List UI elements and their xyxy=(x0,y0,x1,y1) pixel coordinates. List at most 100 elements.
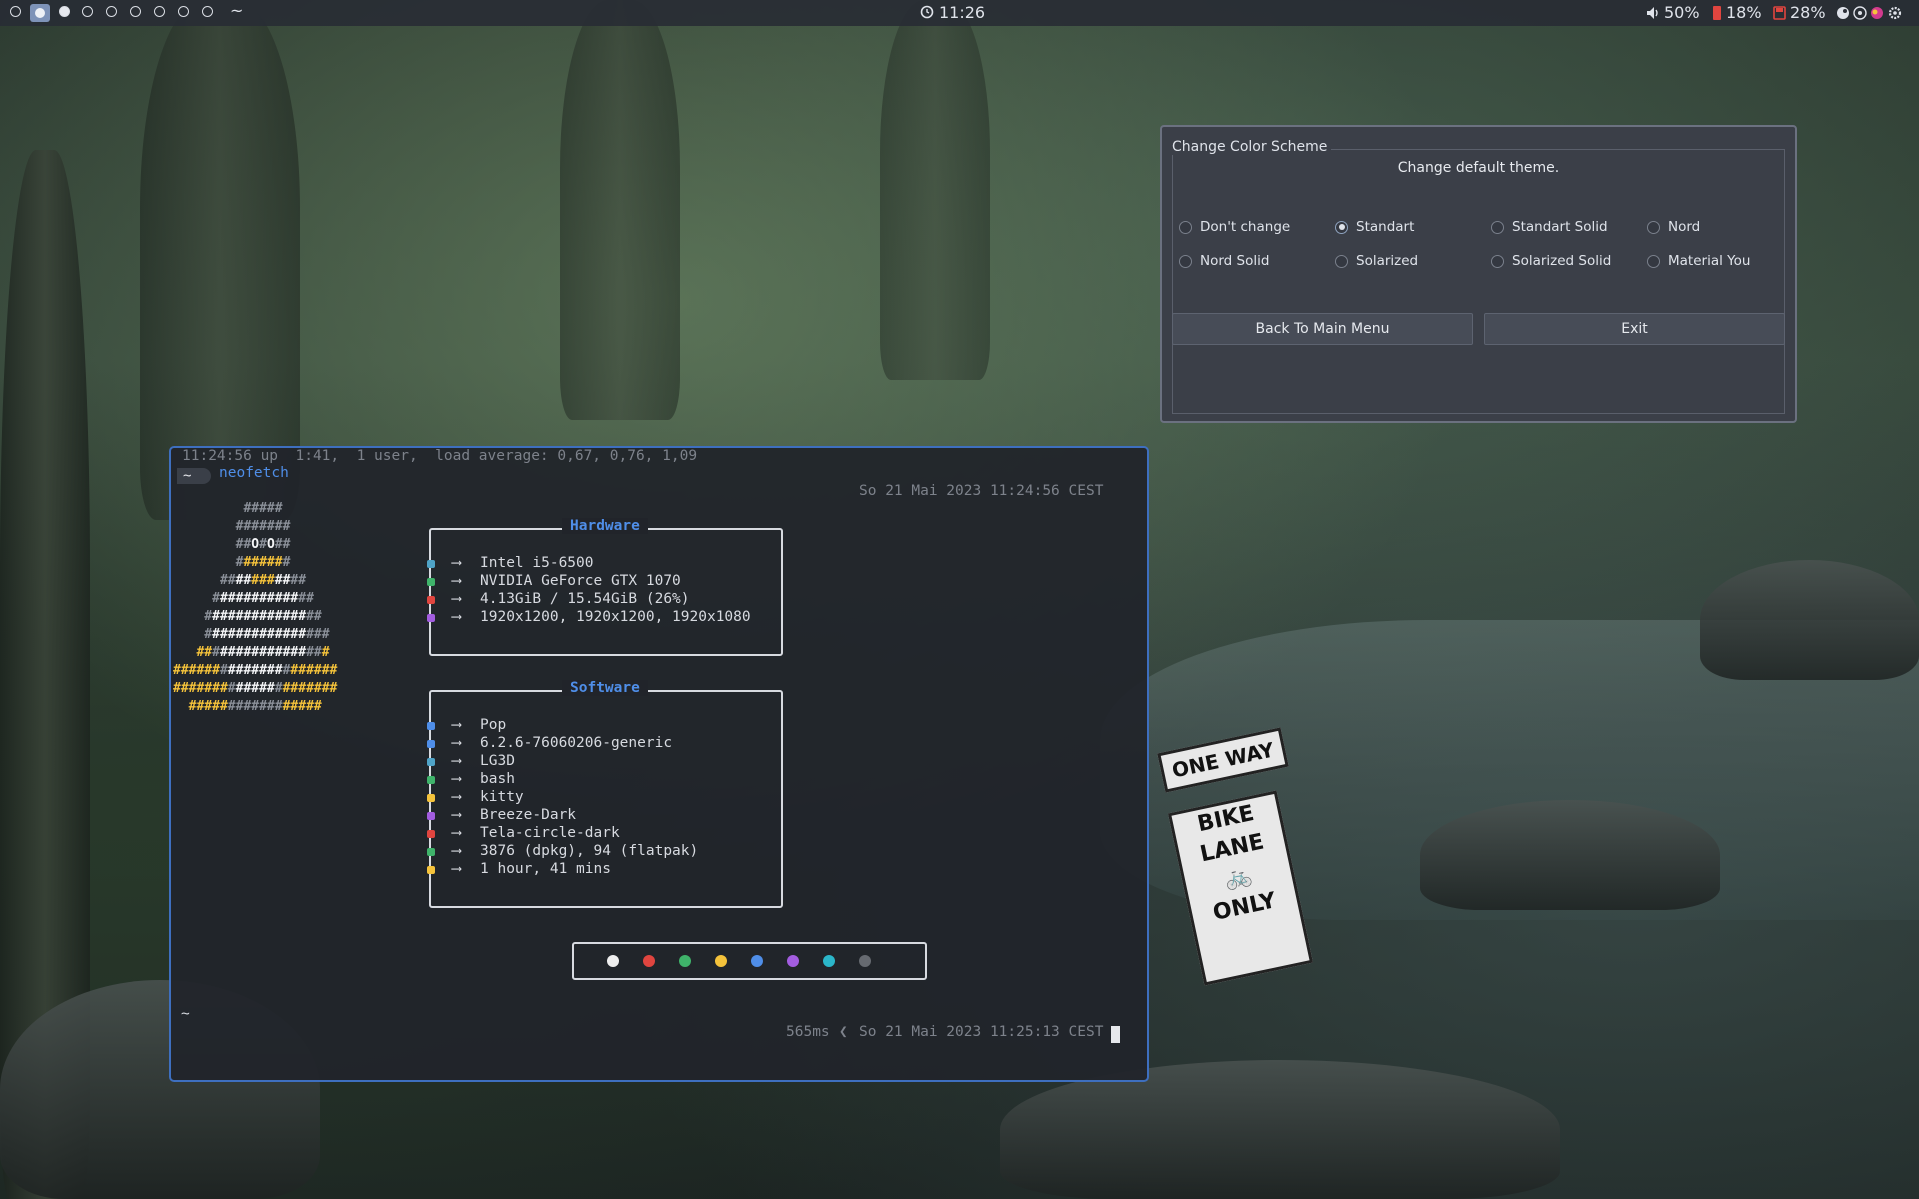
de-icon xyxy=(427,758,435,766)
palette-color-dot xyxy=(643,955,655,967)
disk-icon xyxy=(1773,5,1786,24)
arrow: ⟶ xyxy=(452,555,461,571)
arrow: ⟶ xyxy=(452,861,461,877)
back-to-main-menu-button[interactable]: Back To Main Menu xyxy=(1172,313,1473,345)
arrow: ⟶ xyxy=(452,753,461,769)
arrow: ⟶ xyxy=(452,591,461,607)
timestamp-top: So 21 Mai 2023 11:24:56 CEST xyxy=(859,483,1104,499)
workspace-2-active[interactable] xyxy=(30,4,50,22)
palette-color-dot xyxy=(859,955,871,967)
hardware-value: NVIDIA GeForce GTX 1070 xyxy=(480,573,681,589)
workspace-6[interactable] xyxy=(130,6,141,17)
workspace-4[interactable] xyxy=(82,6,93,17)
background-rock xyxy=(1700,560,1919,680)
command-text: neofetch xyxy=(219,465,289,481)
radio-standart[interactable]: Standart xyxy=(1335,219,1414,235)
radio-label: Standart Solid xyxy=(1512,219,1608,235)
prompt-directory-chip: ~ xyxy=(177,468,211,484)
terminal-icon xyxy=(427,794,435,802)
workspace-8[interactable] xyxy=(178,6,189,17)
radio-indicator[interactable] xyxy=(1491,254,1504,268)
gear-icon[interactable] xyxy=(1888,5,1902,24)
arrow: ⟶ xyxy=(452,843,461,859)
terminal-cursor xyxy=(1111,1026,1120,1043)
uptime-icon xyxy=(427,866,435,874)
exit-button[interactable]: Exit xyxy=(1484,313,1785,345)
radio-solarized[interactable]: Solarized xyxy=(1335,253,1418,269)
workspace-3[interactable] xyxy=(59,6,70,17)
radio-nord[interactable]: Nord xyxy=(1647,219,1700,235)
background-rock xyxy=(1420,800,1720,910)
cpu-icon xyxy=(427,560,435,568)
palette-color-dot xyxy=(787,955,799,967)
radio-indicator[interactable] xyxy=(1491,220,1504,234)
radio-dont-change[interactable]: Don't change xyxy=(1179,219,1290,235)
arrow: ⟶ xyxy=(452,735,461,751)
radio-label: Standart xyxy=(1356,219,1415,235)
arrow: ⟶ xyxy=(452,573,461,589)
obs-icon[interactable] xyxy=(1853,5,1867,24)
command-duration: 565ms xyxy=(786,1024,830,1040)
radio-standart-solid[interactable]: Standart Solid xyxy=(1491,219,1608,235)
change-color-scheme-dialog: Change Color Scheme Change default theme… xyxy=(1160,125,1797,423)
radio-label: Solarized xyxy=(1356,253,1419,269)
workspace-9[interactable] xyxy=(202,6,213,17)
software-value: 3876 (dpkg), 94 (flatpak) xyxy=(480,843,699,859)
gpu-icon xyxy=(427,578,435,586)
volume-level[interactable]: 50% xyxy=(1664,3,1700,22)
hardware-title: Hardware xyxy=(562,518,648,534)
palette-color-dot xyxy=(751,955,763,967)
radio-indicator-checked[interactable] xyxy=(1335,220,1348,234)
volume-icon[interactable] xyxy=(1646,5,1661,24)
os-icon xyxy=(427,722,435,730)
software-value: 6.2.6-76060206-generic xyxy=(480,735,673,751)
radio-indicator[interactable] xyxy=(1647,220,1660,234)
top-panel: ~ 11:26 50% 18% 28% xyxy=(0,0,1919,26)
kitty-terminal-window[interactable]: 11:24:56 up 1:41, 1 user, load average: … xyxy=(169,446,1149,1082)
disk-usage[interactable]: 28% xyxy=(1790,3,1826,22)
palette-color-dot xyxy=(679,955,691,967)
steam-icon[interactable] xyxy=(1836,5,1850,24)
clock-text[interactable]: 11:26 xyxy=(939,3,985,22)
workspace-1[interactable] xyxy=(10,6,21,17)
radio-indicator[interactable] xyxy=(1179,254,1192,268)
dialog-subtitle: Change default theme. xyxy=(1397,160,1560,176)
arrow: ⟶ xyxy=(452,789,461,805)
memory-icon xyxy=(427,596,435,604)
radio-nord-solid[interactable]: Nord Solid xyxy=(1179,253,1269,269)
color-app-icon[interactable] xyxy=(1870,5,1884,24)
radio-solarized-solid[interactable]: Solarized Solid xyxy=(1491,253,1611,269)
software-value: Tela-circle-dark xyxy=(480,825,620,841)
workspace-7[interactable] xyxy=(154,6,165,17)
radio-indicator[interactable] xyxy=(1335,254,1348,268)
color-palette-box xyxy=(572,942,927,980)
battery-level[interactable]: 18% xyxy=(1726,3,1762,22)
radio-indicator[interactable] xyxy=(1179,220,1192,234)
hardware-value: 4.13GiB / 15.54GiB (26%) xyxy=(480,591,690,607)
radio-label: Material You xyxy=(1668,253,1751,269)
display-icon xyxy=(427,614,435,622)
arrow: ⟶ xyxy=(452,609,461,625)
workspace-5[interactable] xyxy=(106,6,117,17)
software-value: Pop xyxy=(480,717,507,733)
packages-icon xyxy=(427,848,435,856)
software-title: Software xyxy=(562,680,648,696)
battery-icon xyxy=(1712,5,1722,25)
clock-icon xyxy=(920,4,934,23)
background-tree xyxy=(140,0,300,520)
radio-label: Don't change xyxy=(1200,219,1291,235)
radio-indicator[interactable] xyxy=(1647,254,1660,268)
prompt-separator: ❮ xyxy=(839,1024,848,1040)
home-indicator: ~ xyxy=(230,1,244,20)
hardware-value: Intel i5-6500 xyxy=(480,555,594,571)
palette-color-dot xyxy=(607,955,619,967)
radio-material-you[interactable]: Material You xyxy=(1647,253,1750,269)
color-scheme-groupbox xyxy=(1172,149,1785,414)
software-value: Breeze-Dark xyxy=(480,807,577,823)
palette-color-dot xyxy=(715,955,727,967)
radio-label: Nord xyxy=(1668,219,1701,235)
ascii-logo: ##### ####### ##O#O## ####### ##########… xyxy=(173,501,338,714)
background-tree xyxy=(560,0,680,420)
hardware-value: 1920x1200, 1920x1200, 1920x1080 xyxy=(480,609,751,625)
theme-icon xyxy=(427,812,435,820)
